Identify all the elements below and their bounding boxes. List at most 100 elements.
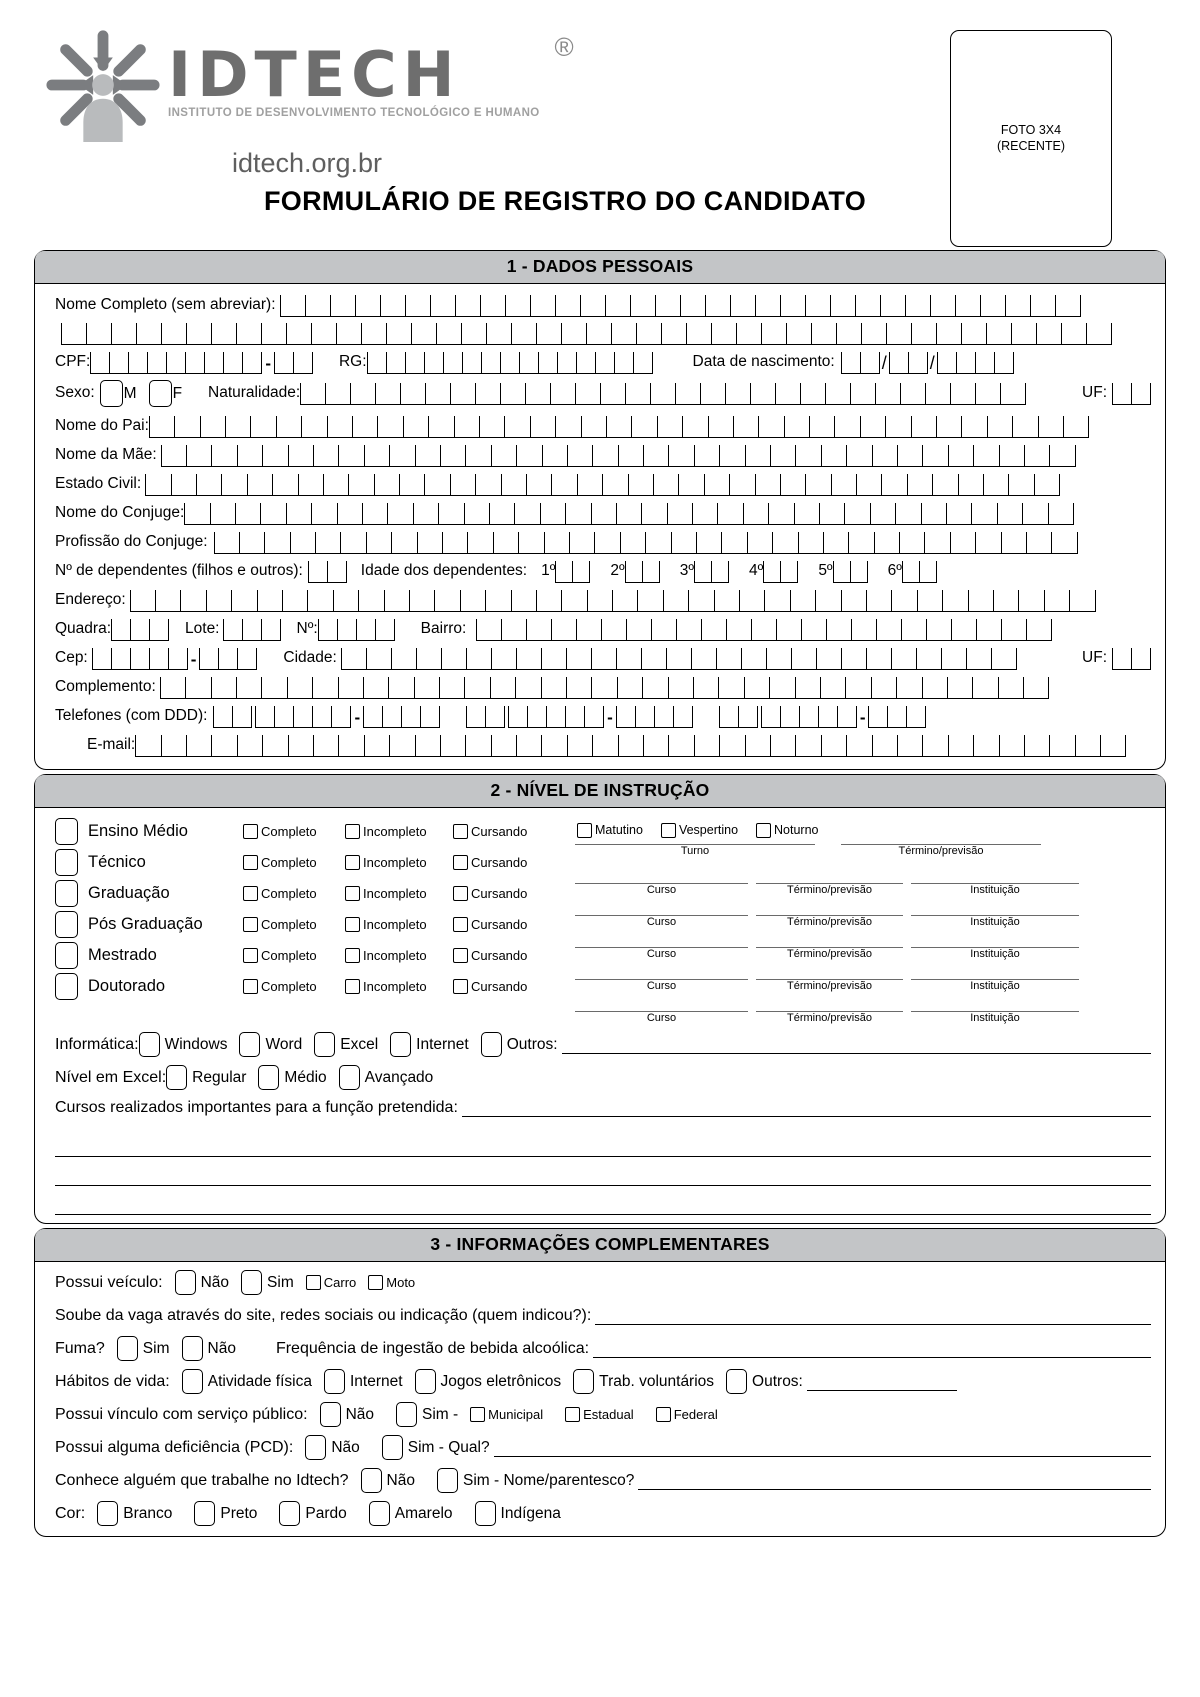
input-telefone2-ddd[interactable] xyxy=(466,706,506,728)
checkbox-informatica-internet[interactable] xyxy=(390,1032,412,1057)
checkbox-doutorado-cursando[interactable] xyxy=(453,979,468,994)
checkbox-cor-indigena[interactable] xyxy=(474,1501,496,1526)
input-cep[interactable] xyxy=(91,648,188,670)
checkbox-ensino-medio-completo[interactable] xyxy=(243,824,258,839)
checkbox-vinculo-federal[interactable] xyxy=(655,1407,671,1422)
checkbox-tecnico-completo[interactable] xyxy=(243,855,258,870)
input-telefone1-ddd[interactable] xyxy=(213,706,253,728)
input-telefone3-prefixo[interactable] xyxy=(760,706,857,728)
input-termino-tecnico[interactable] xyxy=(756,866,903,884)
checkbox-fuma-nao[interactable] xyxy=(181,1336,203,1361)
checkbox-veiculo-sim[interactable] xyxy=(241,1270,263,1295)
checkbox-turno-matutino[interactable] xyxy=(577,822,592,838)
input-nome-mae[interactable] xyxy=(160,445,1076,467)
checkbox-graduacao-incompleto[interactable] xyxy=(345,886,360,901)
input-n-dependentes[interactable] xyxy=(307,561,347,583)
checkbox-doutorado[interactable] xyxy=(55,973,78,1000)
input-estado-civil[interactable] xyxy=(145,474,1061,496)
input-instituicao-doutorado[interactable] xyxy=(911,994,1079,1012)
checkbox-veiculo-carro[interactable] xyxy=(305,1275,321,1290)
checkbox-excel-avancado[interactable] xyxy=(338,1065,360,1090)
input-termino-pos-graduacao[interactable] xyxy=(756,930,903,948)
checkbox-doutorado-incompleto[interactable] xyxy=(345,979,360,994)
input-telefone1-sufixo[interactable] xyxy=(363,706,441,728)
input-cursos-linha-2[interactable] xyxy=(55,1128,1151,1157)
input-cidade[interactable] xyxy=(340,648,1017,670)
input-idade-dep-2[interactable] xyxy=(624,561,660,583)
input-instituicao-mestrado[interactable] xyxy=(911,962,1079,980)
input-telefone3-sufixo[interactable] xyxy=(868,706,927,728)
checkbox-mestrado[interactable] xyxy=(55,942,78,969)
input-instituicao-graduacao[interactable] xyxy=(911,898,1079,916)
input-instituicao-tecnico[interactable] xyxy=(911,866,1079,884)
input-curso-doutorado[interactable] xyxy=(575,994,748,1012)
checkbox-habito-internet[interactable] xyxy=(323,1369,345,1394)
input-profissao-conjuge[interactable] xyxy=(213,532,1078,554)
checkbox-sexo-feminino[interactable] xyxy=(148,380,172,407)
input-email[interactable] xyxy=(135,735,1127,757)
input-instituicao-pos-graduacao[interactable] xyxy=(911,930,1079,948)
input-nome-completo-line2[interactable] xyxy=(61,323,1112,345)
input-cursos-realizados[interactable] xyxy=(461,1099,1151,1117)
checkbox-tecnico-incompleto[interactable] xyxy=(345,855,360,870)
input-idade-dep-6[interactable] xyxy=(901,561,937,583)
checkbox-turno-vespertino[interactable] xyxy=(660,822,676,838)
checkbox-informatica-excel[interactable] xyxy=(314,1032,336,1057)
checkbox-habito-atividade-fisica[interactable] xyxy=(181,1369,203,1394)
input-termino-doutorado[interactable] xyxy=(756,994,903,1012)
checkbox-pos-graduacao[interactable] xyxy=(55,911,78,938)
input-cpf-dv[interactable] xyxy=(273,352,313,374)
input-cep-sufixo[interactable] xyxy=(199,648,258,670)
checkbox-deficiencia-nao[interactable] xyxy=(305,1435,327,1460)
checkbox-pos-graduacao-cursando[interactable] xyxy=(453,917,468,932)
checkbox-mestrado-incompleto[interactable] xyxy=(345,948,360,963)
checkbox-informatica-word[interactable] xyxy=(239,1032,261,1057)
checkbox-vinculo-estadual[interactable] xyxy=(565,1407,581,1422)
input-cursos-linha-3[interactable] xyxy=(55,1157,1151,1186)
checkbox-habito-jogos-eletronicos[interactable] xyxy=(414,1369,436,1394)
input-bairro[interactable] xyxy=(476,619,1053,641)
input-curso-pos-graduacao[interactable] xyxy=(575,930,748,948)
input-curso-graduacao[interactable] xyxy=(575,898,748,916)
checkbox-veiculo-moto[interactable] xyxy=(368,1275,384,1290)
input-informatica-outros[interactable] xyxy=(561,1036,1151,1054)
input-nascimento-ano[interactable] xyxy=(936,352,1014,374)
checkbox-habito-trab-voluntarios[interactable] xyxy=(573,1369,595,1394)
input-nome-pai[interactable] xyxy=(148,416,1090,438)
checkbox-cor-amarelo[interactable] xyxy=(368,1501,390,1526)
checkbox-vinculo-nao[interactable] xyxy=(319,1402,341,1427)
input-soube-vaga[interactable] xyxy=(595,1307,1151,1325)
input-telefone3-ddd[interactable] xyxy=(718,706,758,728)
checkbox-cor-pardo[interactable] xyxy=(279,1501,301,1526)
input-uf-cidade[interactable] xyxy=(1112,648,1151,670)
input-idade-dep-4[interactable] xyxy=(763,561,799,583)
input-termino-graduacao[interactable] xyxy=(756,898,903,916)
input-numero[interactable] xyxy=(317,619,395,641)
input-rg[interactable] xyxy=(366,352,653,374)
input-deficiencia-qual[interactable] xyxy=(493,1439,1151,1457)
checkbox-vinculo-sim[interactable] xyxy=(396,1402,417,1427)
input-termino-mestrado[interactable] xyxy=(756,962,903,980)
input-telefone1-prefixo[interactable] xyxy=(255,706,352,728)
input-conhece-nome-parentesco[interactable] xyxy=(638,1472,1151,1490)
checkbox-graduacao-completo[interactable] xyxy=(243,886,258,901)
checkbox-graduacao[interactable] xyxy=(55,880,78,907)
checkbox-veiculo-nao[interactable] xyxy=(174,1270,196,1295)
checkbox-tecnico-cursando[interactable] xyxy=(453,855,468,870)
checkbox-habito-outros[interactable] xyxy=(726,1369,748,1394)
input-curso-tecnico[interactable] xyxy=(575,866,748,884)
input-idade-dep-3[interactable] xyxy=(694,561,730,583)
input-telefone2-prefixo[interactable] xyxy=(508,706,605,728)
input-endereco[interactable] xyxy=(129,590,1096,612)
input-nascimento-mes[interactable] xyxy=(888,352,928,374)
input-cursos-linha-4[interactable] xyxy=(55,1186,1151,1215)
checkbox-fuma-sim[interactable] xyxy=(116,1336,138,1361)
checkbox-ensino-medio[interactable] xyxy=(55,818,78,845)
input-idade-dep-1[interactable] xyxy=(555,561,591,583)
checkbox-excel-medio[interactable] xyxy=(258,1065,280,1090)
input-cpf[interactable] xyxy=(90,352,263,374)
checkbox-ensino-medio-incompleto[interactable] xyxy=(345,824,360,839)
checkbox-pos-graduacao-completo[interactable] xyxy=(243,917,258,932)
input-bebida-alcoolica[interactable] xyxy=(593,1340,1151,1358)
input-lote[interactable] xyxy=(222,619,281,641)
